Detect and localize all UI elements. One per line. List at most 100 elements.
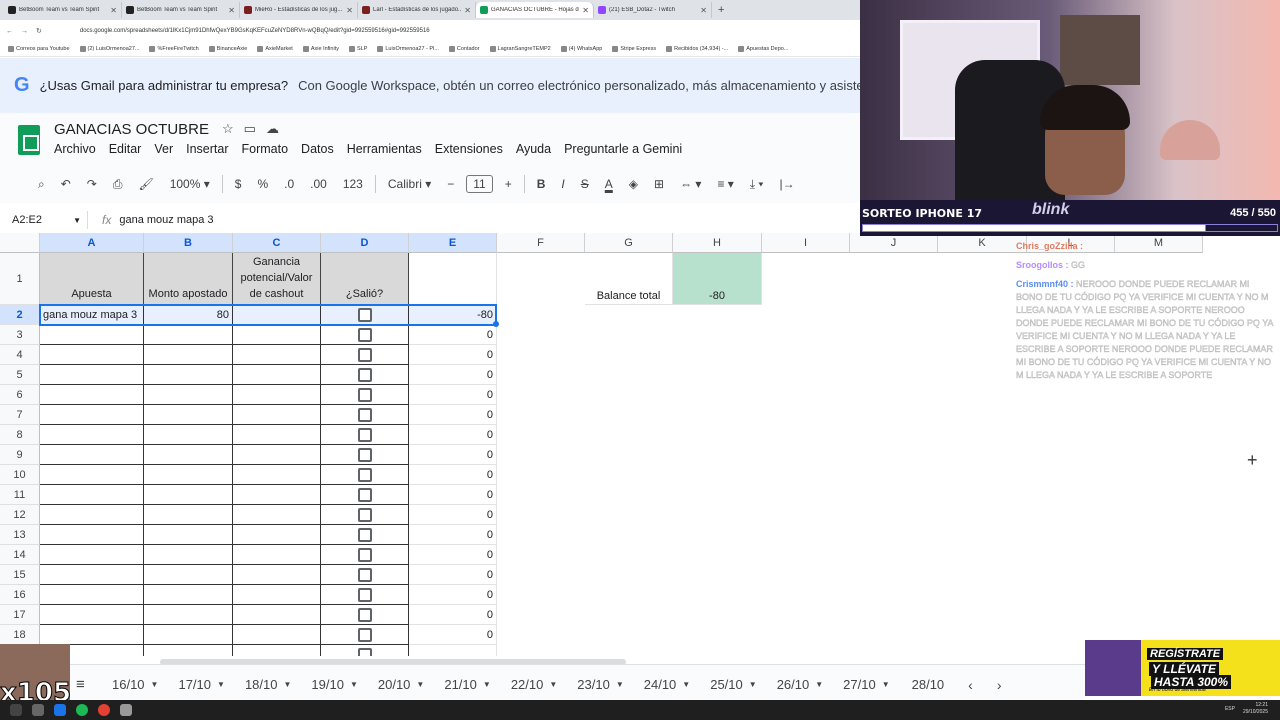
potential-gain-cell[interactable] [233, 525, 321, 545]
row-header[interactable]: 12 [0, 505, 40, 525]
result-checkbox-cell[interactable] [321, 465, 409, 485]
menu-item[interactable]: Insertar [186, 142, 228, 156]
result-checkbox-cell[interactable] [321, 605, 409, 625]
row-header[interactable]: 6 [0, 385, 40, 405]
profit-cell[interactable]: 0 [409, 365, 497, 385]
clock[interactable]: 12:21 29/10/2025 [1243, 702, 1268, 716]
bet-amount-cell[interactable] [144, 345, 233, 365]
chevron-down-icon[interactable]: ▼ [682, 680, 690, 689]
undo-icon[interactable]: ↶ [53, 177, 79, 191]
potential-gain-cell[interactable] [233, 365, 321, 385]
bet-name-cell[interactable] [40, 325, 144, 345]
bet-amount-cell[interactable] [144, 445, 233, 465]
sheet-tab[interactable]: 20/10 ▼ [368, 677, 434, 692]
row-header[interactable]: 15 [0, 565, 40, 585]
result-checkbox-cell[interactable] [321, 525, 409, 545]
bookmark-item[interactable]: Recibidos (34,934) -... [666, 46, 728, 52]
result-checkbox-cell[interactable] [321, 385, 409, 405]
browser-tab[interactable]: BetBoom Team vs Team Spirit ✕ [4, 2, 122, 18]
menu-item[interactable]: Extensiones [435, 142, 503, 156]
potential-gain-cell[interactable] [233, 465, 321, 485]
row-header[interactable]: 8 [0, 425, 40, 445]
menu-item[interactable]: Editar [109, 142, 142, 156]
bet-name-cell[interactable] [40, 405, 144, 425]
sheet-tab[interactable]: 22/10 ▼ [501, 677, 567, 692]
bookmark-item[interactable]: Stripe Express [612, 46, 656, 52]
result-checkbox[interactable] [357, 587, 372, 602]
close-icon[interactable]: ✕ [228, 6, 235, 15]
browser-icon[interactable] [54, 704, 66, 716]
bet-amount-cell[interactable] [144, 585, 233, 605]
bet-amount-cell[interactable] [144, 405, 233, 425]
sheet-tab[interactable]: 19/10 ▼ [301, 677, 367, 692]
browser-tab[interactable]: (21) ESB_Dota2 - Twitch ✕ [594, 2, 712, 18]
chevron-down-icon[interactable]: ▼ [549, 680, 557, 689]
bet-amount-cell[interactable] [144, 625, 233, 645]
chevron-down-icon[interactable]: ▼ [749, 680, 757, 689]
result-checkbox[interactable] [357, 367, 372, 382]
currency-format-button[interactable]: $ [227, 177, 250, 191]
menu-item[interactable]: Ayuda [516, 142, 551, 156]
sheet-tab[interactable]: 28/10 [900, 677, 957, 692]
menu-item[interactable]: Formato [242, 142, 289, 156]
profit-cell[interactable]: 0 [409, 325, 497, 345]
potential-gain-cell[interactable] [233, 545, 321, 565]
increase-decimal-button[interactable]: .00 [302, 177, 335, 191]
row-header[interactable]: 7 [0, 405, 40, 425]
result-checkbox-cell[interactable] [321, 305, 409, 325]
column-header[interactable]: G [585, 233, 673, 253]
browser-tab[interactable]: MieRo - Estadísticas de los jug... ✕ [240, 2, 358, 18]
close-icon[interactable]: ✕ [700, 6, 707, 15]
bet-name-cell[interactable] [40, 565, 144, 585]
browser-tab[interactable]: Larl - Estadísticas de los jugado... ✕ [358, 2, 476, 18]
row-header[interactable]: 9 [0, 445, 40, 465]
promo-body[interactable]: Con Google Workspace, obtén un correo el… [298, 78, 860, 93]
row-header[interactable]: 2 [0, 305, 40, 325]
result-checkbox-cell[interactable] [321, 585, 409, 605]
chevron-down-icon[interactable]: ▼ [616, 680, 624, 689]
menu-item[interactable]: Ver [154, 142, 173, 156]
search-menus-icon[interactable]: ⌕ [30, 177, 53, 192]
new-tab-button[interactable]: + [718, 4, 724, 16]
potential-gain-cell[interactable] [233, 425, 321, 445]
strikethrough-button[interactable]: S [573, 177, 597, 191]
result-checkbox[interactable] [357, 627, 372, 642]
result-checkbox[interactable] [357, 467, 372, 482]
profit-cell[interactable]: 0 [409, 425, 497, 445]
chevron-down-icon[interactable]: ▼ [151, 680, 159, 689]
result-checkbox[interactable] [357, 567, 372, 582]
fill-handle[interactable] [493, 321, 499, 327]
profit-cell[interactable] [409, 645, 497, 656]
sheet-tab[interactable]: 16/10 ▼ [102, 677, 168, 692]
text-color-button[interactable]: A [597, 177, 621, 191]
chevron-down-icon[interactable]: ▼ [217, 680, 225, 689]
row-header[interactable]: 16 [0, 585, 40, 605]
profit-cell[interactable]: 0 [409, 585, 497, 605]
bookmark-item[interactable]: SLP [348, 46, 367, 52]
text-wrap-icon[interactable]: |→ [771, 177, 802, 191]
sheet-tab[interactable]: 18/10 ▼ [235, 677, 301, 692]
chrome-icon[interactable] [98, 704, 110, 716]
bookmark-item[interactable]: %FreeFireTwitch [149, 46, 199, 52]
result-checkbox-cell[interactable] [321, 365, 409, 385]
result-checkbox[interactable] [357, 327, 372, 342]
cell-e1[interactable] [409, 253, 497, 305]
profit-cell[interactable]: 0 [409, 545, 497, 565]
bookmark-item[interactable]: Apuestas Depo... [738, 46, 788, 52]
reload-icon[interactable]: ↻ [36, 27, 42, 35]
chevron-down-icon[interactable]: ▼ [350, 680, 358, 689]
column-header[interactable]: A [40, 233, 144, 253]
close-icon[interactable]: ✕ [346, 6, 353, 15]
balance-total-label[interactable]: Balance total [585, 253, 673, 305]
bookmark-item[interactable]: (2) LuisOrmenoa27... [79, 46, 139, 52]
bookmark-item[interactable]: BinanceAxie [208, 46, 247, 52]
bookmark-item[interactable]: Correos para Youtube [8, 46, 70, 52]
profit-cell[interactable]: 0 [409, 385, 497, 405]
potential-gain-cell[interactable] [233, 505, 321, 525]
bet-amount-cell[interactable] [144, 605, 233, 625]
sheet-tab[interactable]: 25/10 ▼ [700, 677, 766, 692]
bet-name-cell[interactable] [40, 425, 144, 445]
result-checkbox-cell[interactable] [321, 445, 409, 465]
balance-total-value[interactable]: -80 [673, 253, 762, 305]
column-header[interactable]: C [233, 233, 321, 253]
